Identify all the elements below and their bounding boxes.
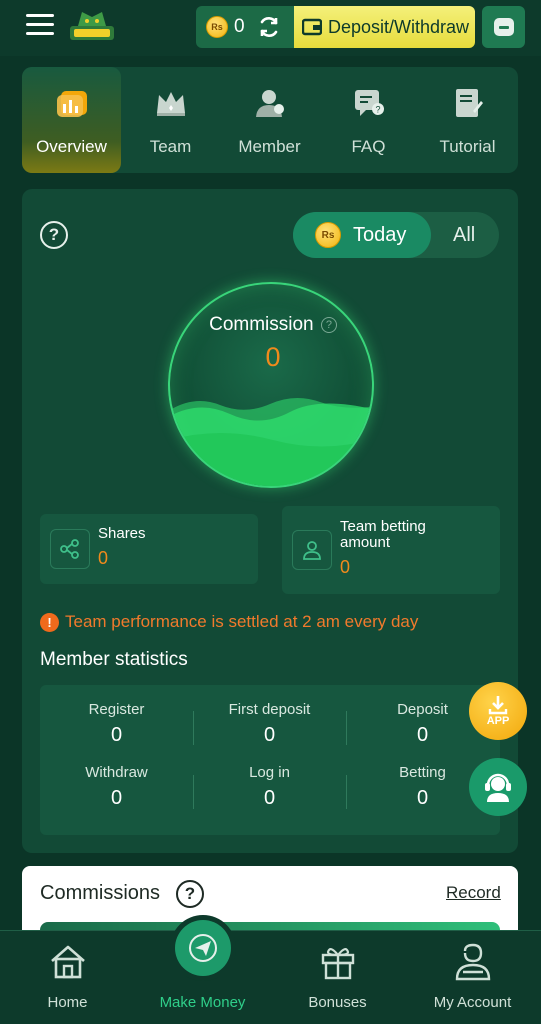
shares-label: Shares bbox=[98, 525, 146, 542]
divider bbox=[346, 711, 347, 745]
bottom-navigation: Home Make Money Bonuses My Account bbox=[0, 915, 541, 1024]
rupee-coin-icon: Rs bbox=[315, 222, 341, 248]
customer-support-button[interactable] bbox=[469, 758, 527, 816]
shares-card: Shares 0 bbox=[40, 514, 258, 584]
headset-icon bbox=[485, 773, 511, 802]
commission-orb: Commission ? 0 bbox=[168, 282, 374, 488]
divider bbox=[193, 711, 194, 745]
toggle-today-button[interactable]: Rs Today bbox=[293, 212, 431, 258]
notice-text: Team performance is settled at 2 am ever… bbox=[65, 612, 419, 631]
member-statistics-title: Member statistics bbox=[40, 649, 188, 670]
commission-help-icon[interactable]: ? bbox=[320, 317, 337, 333]
brand-logo[interactable] bbox=[68, 8, 116, 44]
divider bbox=[346, 775, 347, 809]
crown-icon bbox=[156, 92, 185, 116]
toggle-today-label: Today bbox=[353, 223, 407, 246]
help-icon[interactable]: ? bbox=[40, 221, 68, 249]
tab-label: Tutorial bbox=[439, 137, 496, 156]
tab-label: Team bbox=[149, 137, 192, 156]
nav-label: Make Money bbox=[159, 994, 246, 1011]
refresh-icon[interactable] bbox=[257, 15, 281, 39]
team-betting-label: Team betting amount bbox=[340, 518, 426, 551]
stat-register: Register 0 bbox=[88, 701, 145, 746]
toggle-all-label: All bbox=[453, 223, 476, 246]
app-label: APP bbox=[486, 715, 510, 727]
download-icon bbox=[488, 696, 508, 715]
wave-graphic bbox=[170, 398, 372, 486]
rupee-coin-icon: Rs bbox=[206, 16, 228, 38]
divider bbox=[193, 775, 194, 809]
nav-label: Bonuses bbox=[308, 994, 367, 1011]
promotion-tabs: Overview Team Member ? FAQ Tutorial bbox=[22, 67, 518, 173]
period-toggle: Rs Today All bbox=[293, 212, 499, 258]
commissions-title: Commissions bbox=[40, 882, 161, 904]
svg-text:?: ? bbox=[375, 105, 380, 115]
make-money-button[interactable] bbox=[170, 915, 236, 981]
commission-value: 0 bbox=[265, 342, 281, 372]
deposit-withdraw-label: Deposit/Withdraw bbox=[328, 16, 470, 37]
toggle-all-button[interactable]: All bbox=[453, 212, 475, 258]
account-icon bbox=[455, 943, 490, 981]
top-header: Rs 0 Deposit/Withdraw bbox=[0, 0, 541, 56]
member-statistics-grid: Register 0 First deposit 0 Deposit 0 Wit… bbox=[40, 685, 500, 835]
shares-value: 0 bbox=[98, 548, 109, 568]
nav-label: Home bbox=[47, 994, 88, 1011]
stat-first-deposit: First deposit 0 bbox=[228, 701, 311, 746]
tab-label: Overview bbox=[36, 137, 107, 156]
share-icon bbox=[50, 529, 90, 569]
tab-label: Member bbox=[238, 137, 301, 156]
faq-icon: ? bbox=[354, 90, 384, 116]
commissions-help-icon[interactable]: ? bbox=[176, 880, 204, 908]
download-app-button[interactable]: APP bbox=[469, 682, 527, 740]
deposit-withdraw-button[interactable]: Deposit/Withdraw bbox=[294, 6, 475, 48]
balance-display: Rs 0 bbox=[196, 6, 294, 48]
commission-label: Commission ? bbox=[170, 314, 372, 336]
tab-faq[interactable]: ? FAQ bbox=[319, 67, 418, 173]
stat-log-in: Log in 0 bbox=[249, 764, 290, 809]
alert-icon: ! bbox=[40, 612, 59, 632]
settlement-notice: ! Team performance is settled at 2 am ev… bbox=[40, 611, 418, 633]
paper-plane-icon bbox=[189, 934, 217, 962]
team-betting-value: 0 bbox=[340, 557, 351, 577]
nav-label: My Account bbox=[433, 994, 512, 1011]
gift-icon bbox=[321, 948, 354, 980]
message-button[interactable] bbox=[482, 6, 525, 48]
nav-bonuses[interactable]: Bonuses bbox=[270, 931, 405, 1024]
menu-icon[interactable] bbox=[26, 14, 54, 40]
tab-label: FAQ bbox=[351, 137, 386, 156]
record-link[interactable]: Record bbox=[446, 883, 501, 903]
team-betting-card: Team betting amount 0 bbox=[282, 506, 500, 594]
overview-panel: ? Rs Today All Commission ? 0 Shares 0 T… bbox=[22, 189, 518, 853]
chart-icon bbox=[56, 91, 87, 117]
tab-tutorial[interactable]: Tutorial bbox=[418, 67, 517, 173]
home-icon bbox=[50, 945, 85, 979]
tab-team[interactable]: Team bbox=[121, 67, 220, 173]
tab-overview[interactable]: Overview bbox=[22, 67, 121, 173]
tab-member[interactable]: Member bbox=[220, 67, 319, 173]
nav-home[interactable]: Home bbox=[0, 931, 135, 1024]
member-icon bbox=[255, 90, 284, 117]
nav-my-account[interactable]: My Account bbox=[405, 931, 540, 1024]
person-icon bbox=[292, 530, 332, 570]
wallet-icon bbox=[302, 18, 322, 36]
message-icon bbox=[493, 18, 514, 36]
stat-withdraw: Withdraw 0 bbox=[85, 764, 148, 809]
balance-value: 0 bbox=[234, 16, 245, 37]
tutorial-icon bbox=[455, 89, 483, 117]
